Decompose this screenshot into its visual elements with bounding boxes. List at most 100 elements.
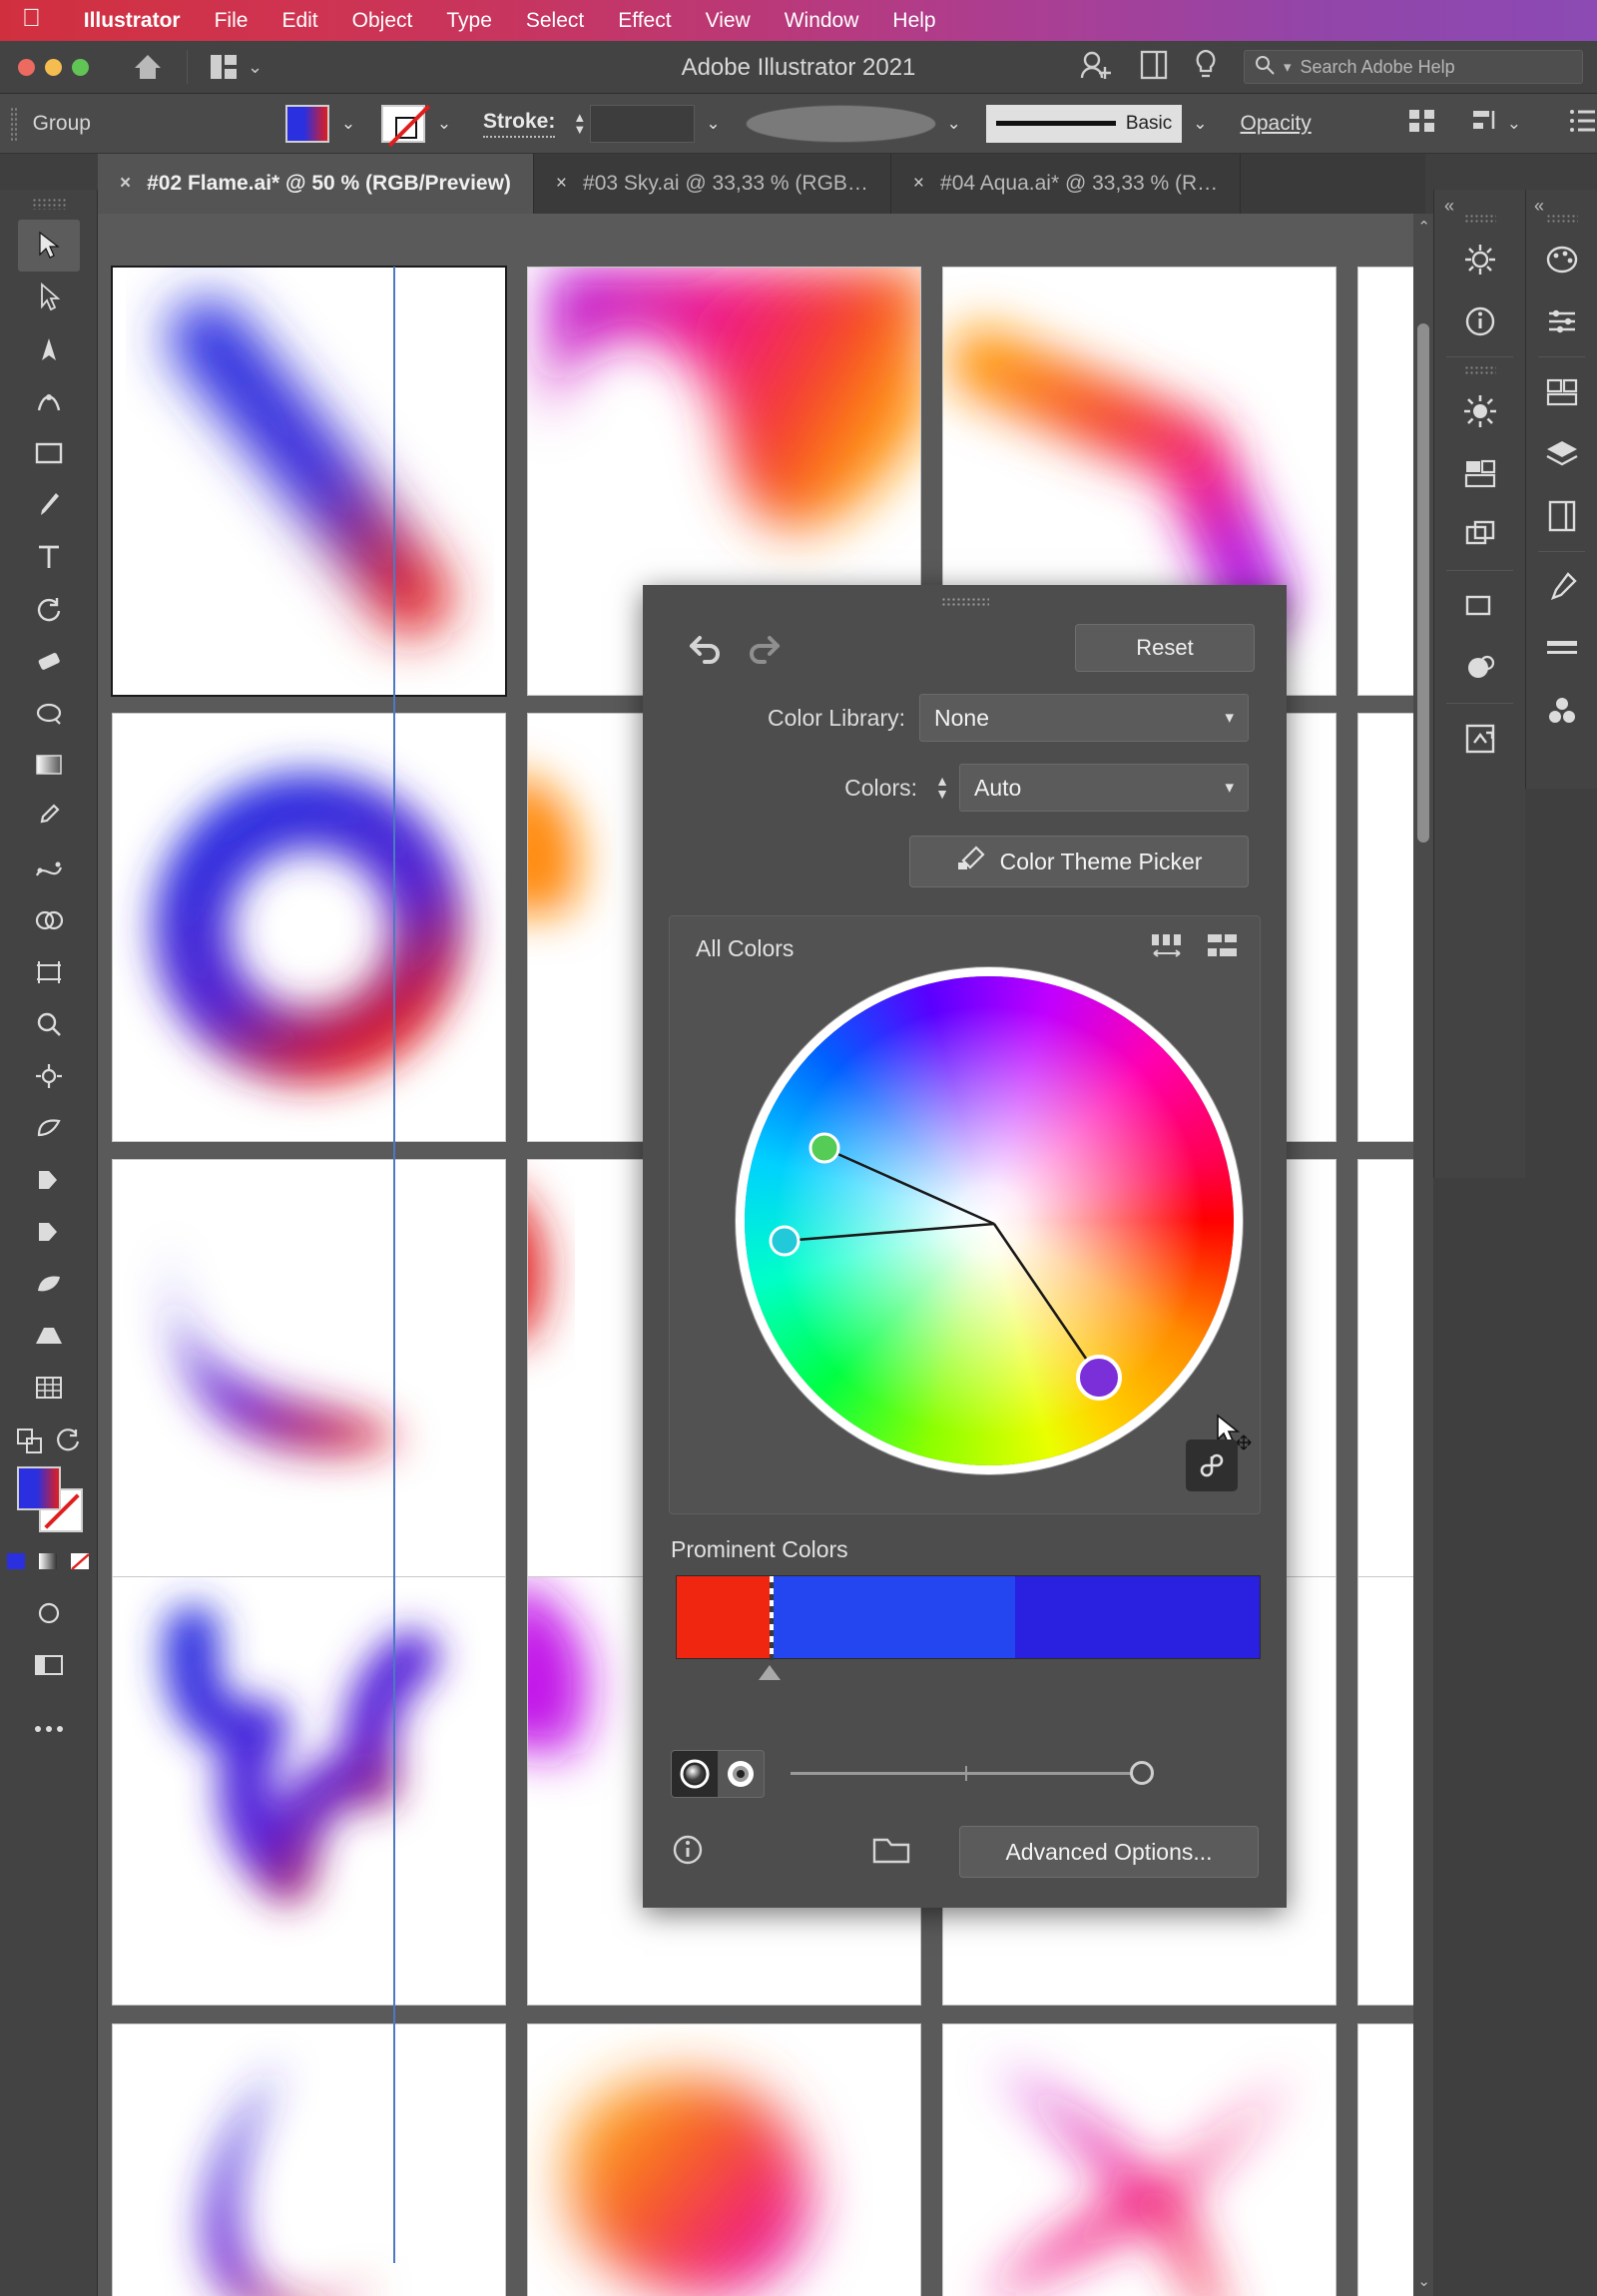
color-guide-panel-icon[interactable] bbox=[1531, 290, 1593, 352]
add-user-icon[interactable] bbox=[1078, 49, 1114, 86]
color-harmony-markers[interactable] bbox=[745, 976, 1234, 1465]
swap-fill-stroke-icon[interactable] bbox=[16, 1428, 44, 1460]
control-bar-drag-handle[interactable] bbox=[10, 106, 19, 141]
dock-drag-handle-2[interactable] bbox=[1463, 365, 1496, 376]
undo-icon[interactable] bbox=[681, 624, 735, 672]
color-theme-picker-button[interactable]: Color Theme Picker bbox=[909, 836, 1249, 887]
stroke-none[interactable] bbox=[380, 104, 425, 143]
scrollbar-thumb[interactable] bbox=[1417, 323, 1429, 843]
stroke-weight-input[interactable] bbox=[590, 104, 696, 143]
stroke-weight-label[interactable]: Stroke: bbox=[482, 110, 556, 138]
layers-panel-icon[interactable] bbox=[1531, 423, 1593, 485]
info-panel-icon[interactable] bbox=[1449, 290, 1511, 352]
collapse-dock-icon[interactable]: « bbox=[1444, 196, 1454, 217]
arrange-documents-icon[interactable]: ⌄ bbox=[210, 54, 263, 80]
libraries-panel-icon[interactable] bbox=[1531, 485, 1593, 547]
puppet-warp-tool[interactable] bbox=[18, 1258, 80, 1310]
color-panel-icon[interactable] bbox=[1531, 229, 1593, 290]
brushes-panel-icon[interactable] bbox=[1531, 556, 1593, 618]
brush-definition-select[interactable]: Basic bbox=[985, 104, 1183, 143]
stroke-profile-caret-icon[interactable]: ⌄ bbox=[936, 105, 972, 143]
prominent-color-swatch-1[interactable] bbox=[677, 1576, 771, 1658]
asset-export-panel-icon[interactable] bbox=[1449, 708, 1511, 770]
save-folder-icon[interactable] bbox=[872, 1835, 910, 1870]
smooth-color-mode[interactable] bbox=[672, 1751, 718, 1797]
fill-control[interactable]: ⌄ bbox=[284, 104, 367, 143]
gradient-tool[interactable] bbox=[18, 739, 80, 791]
prominent-color-swatch-3[interactable] bbox=[1014, 1576, 1260, 1658]
more-options-icon[interactable] bbox=[1569, 108, 1597, 139]
reset-button[interactable]: Reset bbox=[1075, 624, 1255, 672]
color-wheel-panel[interactable]: All Colors bbox=[669, 915, 1261, 1514]
transparency-panel-icon[interactable] bbox=[1449, 575, 1511, 637]
rectangle-tool[interactable] bbox=[18, 427, 80, 479]
stroke-weight-caret-icon[interactable]: ⌄ bbox=[695, 105, 731, 143]
tab-sky[interactable]: × #03 Sky.ai @ 33,33 % (RGB… bbox=[534, 154, 891, 214]
color-mode-toggle-group[interactable] bbox=[671, 1750, 765, 1798]
eyedropper-tool[interactable] bbox=[18, 791, 80, 843]
menu-item-view[interactable]: View bbox=[689, 9, 768, 33]
color-variation-slider[interactable] bbox=[791, 1761, 1154, 1785]
stroke-panel-icon[interactable] bbox=[1531, 618, 1593, 680]
arrange-caret-icon[interactable]: ⌄ bbox=[248, 57, 263, 78]
artboard-flame-1[interactable] bbox=[111, 266, 507, 697]
redo-icon[interactable] bbox=[735, 624, 789, 672]
column-graph-tool[interactable] bbox=[18, 1362, 80, 1414]
tab-flame[interactable]: × #02 Flame.ai* @ 50 % (RGB/Preview) bbox=[98, 154, 534, 214]
canvas-vertical-scrollbar[interactable]: ⌃ ⌄ bbox=[1413, 214, 1433, 2296]
separate-colors-icon[interactable] bbox=[1150, 932, 1184, 965]
link-harmony-icon[interactable] bbox=[1186, 1439, 1238, 1491]
fill-gradient-blue-red[interactable] bbox=[284, 104, 329, 143]
properties-panel-icon[interactable] bbox=[1449, 229, 1511, 290]
appearance-panel-icon[interactable] bbox=[1449, 504, 1511, 566]
stroke-profile-input[interactable] bbox=[745, 104, 936, 143]
artboard-tool[interactable] bbox=[18, 946, 80, 998]
stroke-weight-stepper[interactable]: ▲ ▼ bbox=[569, 111, 590, 136]
direct-selection-tool[interactable] bbox=[18, 272, 80, 323]
zoom-tool[interactable] bbox=[18, 998, 80, 1050]
tab-close-icon[interactable]: × bbox=[913, 173, 924, 195]
draw-mode-icon[interactable] bbox=[18, 1587, 80, 1639]
prominent-color-handle[interactable] bbox=[759, 1665, 782, 1680]
color-library-select[interactable]: None ▾ bbox=[919, 694, 1249, 742]
menu-item-type[interactable]: Type bbox=[429, 9, 509, 33]
default-fill-stroke-icon[interactable] bbox=[56, 1428, 82, 1460]
color-swatch-icon[interactable] bbox=[6, 1552, 28, 1577]
artboard-flame-4[interactable] bbox=[112, 713, 506, 1142]
rotate-tool[interactable] bbox=[18, 583, 80, 635]
advanced-options-button[interactable]: Advanced Options... bbox=[959, 1826, 1259, 1878]
tab-aqua[interactable]: × #04 Aqua.ai* @ 33,33 % (R… bbox=[891, 154, 1242, 214]
colors-stepper[interactable]: ▲ ▼ bbox=[931, 774, 953, 801]
minimize-window-button[interactable] bbox=[45, 58, 62, 76]
library-icon[interactable] bbox=[1140, 50, 1168, 85]
dock-drag-handle[interactable] bbox=[1463, 214, 1496, 225]
pen-tool[interactable] bbox=[18, 323, 80, 375]
collapse-dock-secondary-icon[interactable]: « bbox=[1534, 196, 1544, 217]
slice-tool[interactable] bbox=[18, 1206, 80, 1258]
group-colors-icon[interactable] bbox=[1206, 932, 1240, 965]
discover-bulb-icon[interactable] bbox=[1194, 49, 1218, 86]
fill-stroke-swatches[interactable] bbox=[13, 1466, 85, 1544]
slider-knob[interactable] bbox=[1130, 1761, 1154, 1785]
width-tool[interactable] bbox=[18, 1154, 80, 1206]
info-icon[interactable] bbox=[671, 1833, 705, 1872]
stroke-caret-icon[interactable]: ⌄ bbox=[425, 105, 463, 143]
eraser-tool[interactable] bbox=[18, 635, 80, 687]
opacity-label[interactable]: Opacity bbox=[1241, 112, 1312, 136]
tools-panel-drag-handle[interactable] bbox=[31, 198, 66, 210]
type-tool[interactable] bbox=[18, 531, 80, 583]
home-icon[interactable] bbox=[131, 51, 165, 83]
none-swatch-icon[interactable] bbox=[70, 1552, 92, 1577]
artboard-flame-7[interactable] bbox=[112, 1159, 506, 1588]
dock-b-drag-handle[interactable] bbox=[1545, 214, 1578, 225]
paintbrush-tool[interactable] bbox=[18, 479, 80, 531]
free-transform-tool[interactable] bbox=[18, 1050, 80, 1102]
artboard-flame-10[interactable] bbox=[112, 1576, 506, 2006]
prominent-colors-bar[interactable] bbox=[676, 1575, 1261, 1680]
brush-caret-icon[interactable]: ⌄ bbox=[1182, 105, 1218, 143]
edit-toolbar-more-icon[interactable] bbox=[18, 1703, 80, 1755]
scroll-down-icon[interactable]: ⌄ bbox=[1417, 2272, 1430, 2290]
gradient-swatch-icon[interactable] bbox=[38, 1552, 60, 1577]
close-window-button[interactable] bbox=[18, 58, 35, 76]
transform-icon[interactable] bbox=[1471, 107, 1501, 140]
